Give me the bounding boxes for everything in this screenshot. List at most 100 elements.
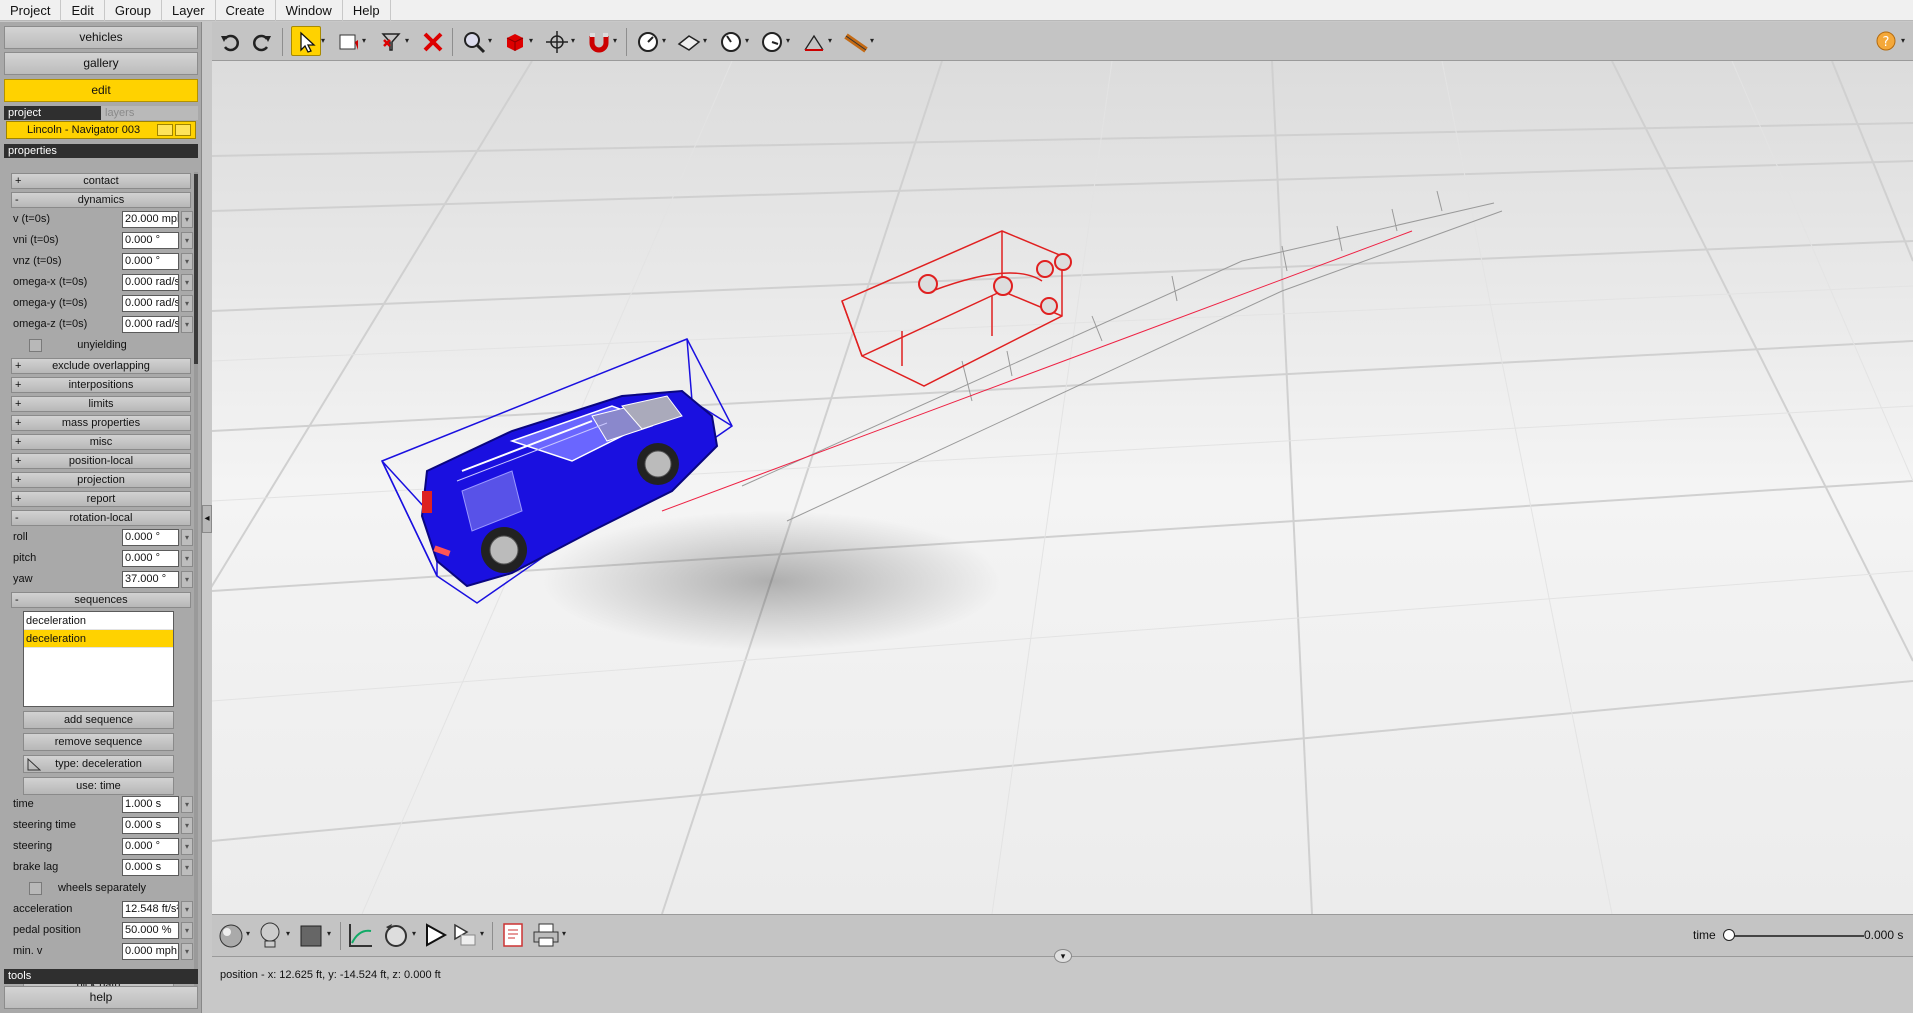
3d-viewport[interactable] xyxy=(212,61,1913,914)
chevron-down-icon[interactable]: ▾ xyxy=(529,36,537,46)
prop-steering-time-input[interactable]: 0.000 s xyxy=(122,817,179,834)
prop-omega-y-input[interactable]: 0.000 rad/s xyxy=(122,295,179,312)
chevron-down-icon[interactable]: ▾ xyxy=(786,36,794,46)
select-tool-button[interactable] xyxy=(291,26,321,56)
chevron-down-icon[interactable]: ▾ xyxy=(181,550,193,567)
chevron-down-icon[interactable]: ▾ xyxy=(412,929,420,939)
play-icon[interactable] xyxy=(422,922,448,948)
prop-acceleration-input[interactable]: 12.548 ft/s² xyxy=(122,901,179,918)
menu-help[interactable]: Help xyxy=(343,0,391,21)
distance-tool-button[interactable] xyxy=(798,26,828,56)
unyielding-checkbox[interactable] xyxy=(29,339,42,352)
tab-layers[interactable]: layers xyxy=(101,106,198,120)
chevron-down-icon[interactable]: ▾ xyxy=(745,36,753,46)
zoom-button[interactable] xyxy=(458,26,488,56)
menu-project[interactable]: Project xyxy=(0,0,62,21)
chevron-down-icon[interactable]: ▾ xyxy=(181,295,193,312)
resize-handle-icon[interactable] xyxy=(993,276,1013,296)
list-item[interactable]: deceleration xyxy=(24,612,173,630)
project-item[interactable]: Lincoln - Navigator 003 xyxy=(6,121,196,139)
scene-canvas[interactable] xyxy=(212,61,1913,914)
prop-time-input[interactable]: 1.000 s xyxy=(122,796,179,813)
surface-tool-button[interactable] xyxy=(673,26,703,56)
move-tool-button[interactable] xyxy=(541,26,571,56)
menu-window[interactable]: Window xyxy=(276,0,343,21)
prop-steering-input[interactable]: 0.000 ° xyxy=(122,838,179,855)
ruler-tool-button[interactable] xyxy=(840,26,870,56)
chevron-down-icon[interactable]: ▾ xyxy=(181,529,193,546)
group-sequences[interactable]: - sequences xyxy=(11,592,191,608)
measure-angle-button[interactable] xyxy=(632,26,662,56)
dial-gauge-button[interactable] xyxy=(756,26,786,56)
filter-tool-button[interactable] xyxy=(375,26,405,56)
speed-gauge-button[interactable] xyxy=(715,26,745,56)
sequence-type-button[interactable]: type: deceleration xyxy=(23,755,174,773)
time-slider[interactable] xyxy=(1729,935,1864,937)
visibility-swatch-icon[interactable] xyxy=(175,124,191,136)
prop-vni-input[interactable]: 0.000 ° xyxy=(122,232,179,249)
prop-v-input[interactable]: 20.000 mph xyxy=(122,211,179,228)
panel-collapse-icon[interactable]: ◂ xyxy=(202,505,212,533)
camera-record-icon[interactable] xyxy=(382,921,410,949)
wheels-separately-checkbox[interactable] xyxy=(29,882,42,895)
group-misc[interactable]: + misc xyxy=(11,434,191,450)
step-play-icon[interactable] xyxy=(452,922,478,948)
chevron-down-icon[interactable]: ▾ xyxy=(703,36,711,46)
chevron-down-icon[interactable]: ▾ xyxy=(181,943,193,960)
add-sequence-button[interactable]: add sequence xyxy=(23,711,174,729)
chevron-down-icon[interactable]: ▾ xyxy=(181,211,193,228)
chevron-down-icon[interactable]: ▾ xyxy=(181,901,193,918)
printer-icon[interactable] xyxy=(532,922,560,948)
chevron-down-icon[interactable]: ▾ xyxy=(613,36,621,46)
prop-pedal-position-input[interactable]: 50.000 % xyxy=(122,922,179,939)
tab-project[interactable]: project xyxy=(4,106,101,120)
chevron-down-icon[interactable]: ▾ xyxy=(480,929,488,939)
curve-handle-icon[interactable] xyxy=(1036,260,1054,278)
vehicles-button[interactable]: vehicles xyxy=(4,26,198,49)
rectangle-select-button[interactable] xyxy=(332,26,362,56)
prop-pitch-input[interactable]: 0.000 ° xyxy=(122,550,179,567)
chevron-down-icon[interactable]: ▾ xyxy=(562,929,570,939)
menu-create[interactable]: Create xyxy=(216,0,276,21)
group-exclude-overlapping[interactable]: + exclude overlapping xyxy=(11,358,191,374)
properties-scrollbar[interactable] xyxy=(194,172,198,990)
chevron-down-icon[interactable]: ▾ xyxy=(1901,36,1909,46)
prop-omega-z-input[interactable]: 0.000 rad/s xyxy=(122,316,179,333)
chevron-down-icon[interactable]: ▾ xyxy=(1054,949,1072,963)
chevron-down-icon[interactable]: ▾ xyxy=(181,838,193,855)
undo-button[interactable] xyxy=(214,26,244,56)
group-dynamics[interactable]: - dynamics xyxy=(11,192,191,208)
remove-handle-icon[interactable] xyxy=(1040,297,1058,315)
chevron-down-icon[interactable]: ▾ xyxy=(405,36,413,46)
prop-vnz-input[interactable]: 0.000 ° xyxy=(122,253,179,270)
prop-roll-input[interactable]: 0.000 ° xyxy=(122,529,179,546)
group-interpositions[interactable]: + interpositions xyxy=(11,377,191,393)
menu-group[interactable]: Group xyxy=(105,0,163,21)
chevron-down-icon[interactable]: ▾ xyxy=(362,36,370,46)
chevron-down-icon[interactable]: ▾ xyxy=(181,796,193,813)
report-document-icon[interactable] xyxy=(500,922,526,948)
group-mass-properties[interactable]: + mass properties xyxy=(11,415,191,431)
chevron-down-icon[interactable]: ▾ xyxy=(181,232,193,249)
redo-button[interactable] xyxy=(246,26,276,56)
rotate-handle-icon[interactable] xyxy=(918,274,938,294)
sequence-list[interactable]: deceleration deceleration xyxy=(23,611,174,707)
chevron-down-icon[interactable]: ▾ xyxy=(181,859,193,876)
chevron-down-icon[interactable]: ▾ xyxy=(662,36,670,46)
chevron-down-icon[interactable]: ▾ xyxy=(181,274,193,291)
group-contact[interactable]: + contact xyxy=(11,173,191,189)
sphere-shading-icon[interactable] xyxy=(218,923,244,949)
menu-layer[interactable]: Layer xyxy=(162,0,216,21)
list-item[interactable]: deceleration xyxy=(24,630,173,648)
settings-handle-icon[interactable] xyxy=(1054,253,1072,271)
diagram-chart-icon[interactable] xyxy=(347,921,375,949)
scrollbar-thumb[interactable] xyxy=(194,174,198,364)
prop-brake-lag-input[interactable]: 0.000 s xyxy=(122,859,179,876)
chevron-down-icon[interactable]: ▾ xyxy=(181,571,193,588)
chevron-down-icon[interactable]: ▾ xyxy=(181,316,193,333)
group-rotation-local[interactable]: - rotation-local xyxy=(11,510,191,526)
menu-edit[interactable]: Edit xyxy=(61,0,105,21)
prop-min-v-input[interactable]: 0.000 mph xyxy=(122,943,179,960)
delete-button[interactable] xyxy=(417,26,447,56)
use-time-button[interactable]: use: time xyxy=(23,777,174,795)
